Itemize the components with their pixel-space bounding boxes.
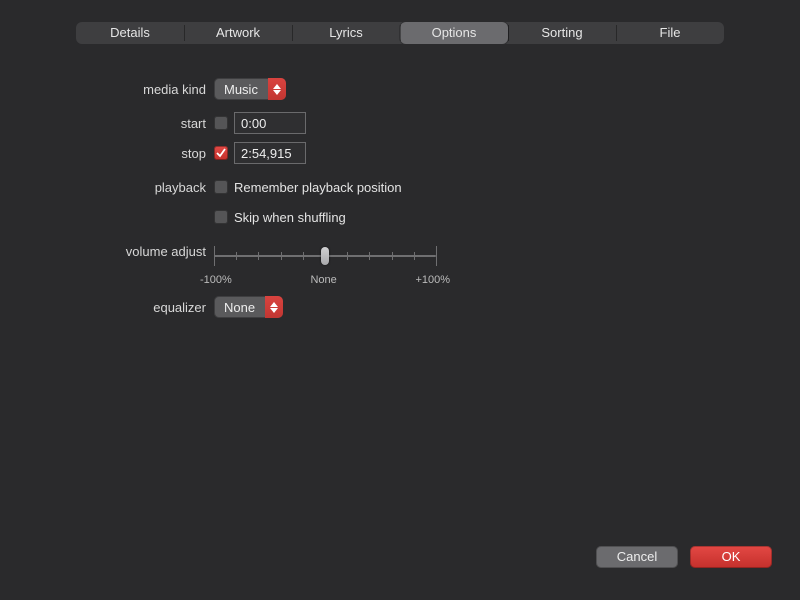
slider-tick: [236, 252, 237, 260]
tab-artwork[interactable]: Artwork: [184, 22, 292, 44]
tab-file-label: File: [660, 25, 681, 40]
slider-tick: [281, 252, 282, 260]
cancel-button[interactable]: Cancel: [596, 546, 678, 568]
tab-bar: Details Artwork Lyrics Options Sorting F…: [76, 22, 724, 44]
media-kind-label: media kind: [0, 82, 214, 97]
skip-shuffling-checkbox[interactable]: [214, 210, 228, 224]
playback-label: playback: [0, 180, 214, 195]
slider-tick: [347, 252, 348, 260]
slider-tick: [258, 252, 259, 260]
stop-time-input[interactable]: [234, 142, 306, 164]
tab-sorting[interactable]: Sorting: [508, 22, 616, 44]
options-form: media kind Music start: [0, 76, 800, 320]
ok-button[interactable]: OK: [690, 546, 772, 568]
volume-min-label: -100%: [200, 274, 232, 286]
tab-details[interactable]: Details: [76, 22, 184, 44]
slider-tick: [392, 252, 393, 260]
options-pane: Details Artwork Lyrics Options Sorting F…: [0, 0, 800, 600]
remember-position-label: Remember playback position: [234, 180, 402, 195]
tab-lyrics-label: Lyrics: [329, 25, 362, 40]
tab-options-label: Options: [432, 25, 477, 40]
slider-tick: [303, 252, 304, 260]
tab-artwork-label: Artwork: [216, 25, 260, 40]
volume-adjust-label: volume adjust: [0, 238, 214, 259]
skip-shuffling-label: Skip when shuffling: [234, 210, 346, 225]
media-kind-select[interactable]: Music: [214, 78, 286, 100]
start-time-input[interactable]: [234, 112, 306, 134]
tab-file[interactable]: File: [616, 22, 724, 44]
slider-tick: [214, 246, 215, 266]
ok-button-label: OK: [722, 549, 741, 564]
dialog-footer: Cancel OK: [596, 546, 772, 568]
start-checkbox[interactable]: [214, 116, 228, 130]
updown-icon: [265, 296, 283, 318]
tab-options[interactable]: Options: [400, 22, 508, 44]
start-label: start: [0, 116, 214, 131]
slider-scale: -100% None +100%: [200, 274, 450, 286]
equalizer-value: None: [214, 300, 265, 315]
slider-track: [214, 244, 436, 268]
cancel-button-label: Cancel: [617, 549, 657, 564]
tab-details-label: Details: [110, 25, 150, 40]
tab-sorting-label: Sorting: [541, 25, 582, 40]
remember-position-checkbox[interactable]: [214, 180, 228, 194]
slider-tick: [369, 252, 370, 260]
slider-thumb[interactable]: [321, 247, 329, 265]
updown-icon: [268, 78, 286, 100]
equalizer-label: equalizer: [0, 300, 214, 315]
equalizer-select[interactable]: None: [214, 296, 283, 318]
slider-tick: [436, 246, 437, 266]
volume-adjust-slider[interactable]: -100% None +100%: [214, 238, 436, 286]
volume-center-label: None: [310, 274, 336, 286]
stop-label: stop: [0, 146, 214, 161]
tab-lyrics[interactable]: Lyrics: [292, 22, 400, 44]
media-kind-value: Music: [214, 82, 268, 97]
slider-tick: [414, 252, 415, 260]
volume-max-label: +100%: [415, 274, 450, 286]
stop-checkbox[interactable]: [214, 146, 228, 160]
